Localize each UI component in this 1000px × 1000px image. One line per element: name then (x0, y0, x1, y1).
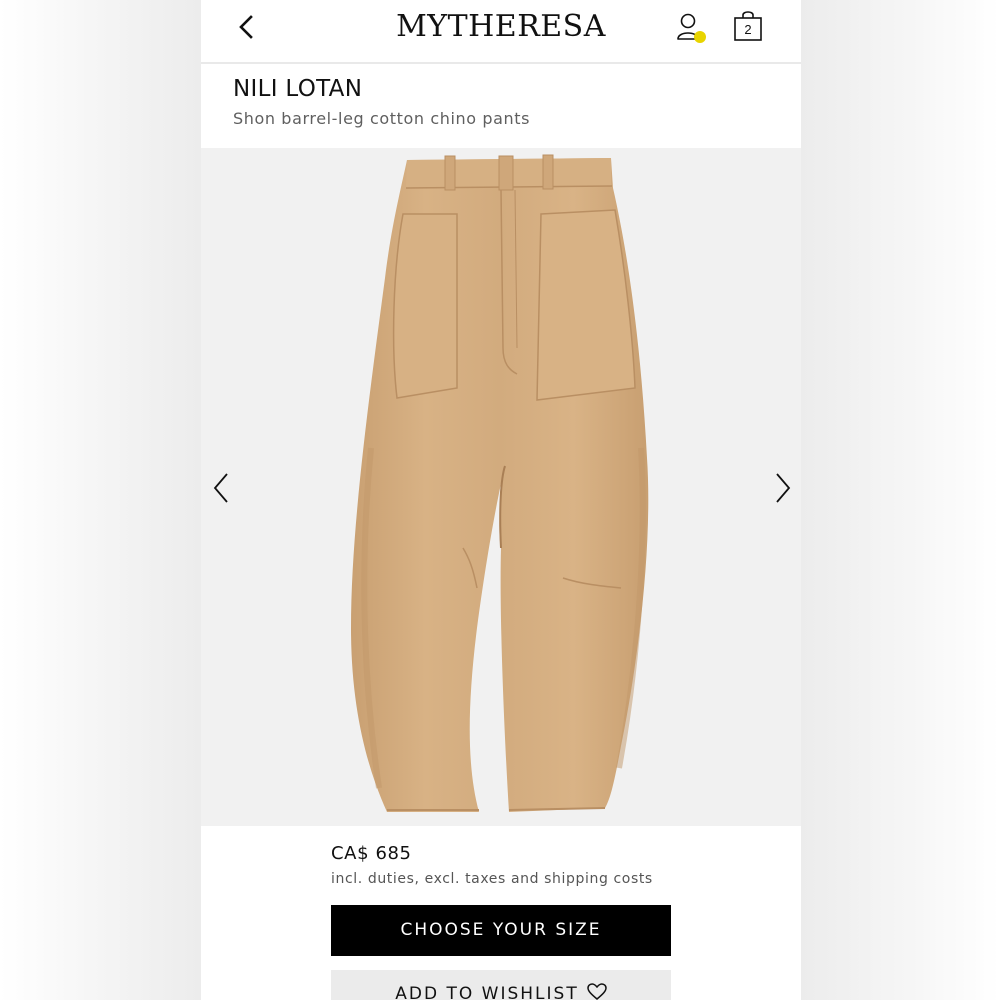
user-icon (677, 13, 699, 40)
screenshot-frame: MYTHERESA 2 NILI LOTAN Shon barrel-leg c… (0, 0, 1000, 1000)
cart-count-badge: 2 (744, 22, 752, 37)
product-image (351, 154, 649, 812)
background-right (799, 0, 1000, 1000)
top-navigation-bar: MYTHERESA 2 (201, 0, 801, 64)
next-image-button[interactable] (765, 470, 797, 506)
product-price: CA$ 685 (331, 843, 412, 864)
chevron-right-icon (776, 473, 791, 503)
mobile-page: MYTHERESA 2 NILI LOTAN Shon barrel-leg c… (201, 0, 801, 1000)
add-to-wishlist-button[interactable]: ADD TO WISHLIST (331, 970, 671, 1000)
heart-icon (586, 983, 607, 1000)
product-header: NILI LOTAN Shon barrel-leg cotton chino … (201, 64, 801, 148)
store-logo[interactable]: MYTHERESA (201, 9, 801, 45)
choose-size-button[interactable]: CHOOSE YOUR SIZE (331, 905, 671, 956)
product-brand[interactable]: NILI LOTAN (233, 76, 362, 102)
purchase-panel: CA$ 685 incl. duties, excl. taxes and sh… (201, 826, 801, 1000)
account-button[interactable] (671, 10, 711, 46)
notification-dot (694, 31, 706, 43)
product-name: Shon barrel-leg cotton chino pants (233, 109, 531, 128)
product-image-gallery[interactable] (201, 148, 801, 826)
cart-button[interactable]: 2 (732, 9, 764, 43)
chevron-left-icon (213, 473, 228, 503)
price-note: incl. duties, excl. taxes and shipping c… (331, 871, 653, 887)
choose-size-label: CHOOSE YOUR SIZE (400, 920, 602, 940)
background-left (0, 0, 201, 1000)
wishlist-label: ADD TO WISHLIST (395, 984, 579, 1000)
previous-image-button[interactable] (207, 470, 239, 506)
